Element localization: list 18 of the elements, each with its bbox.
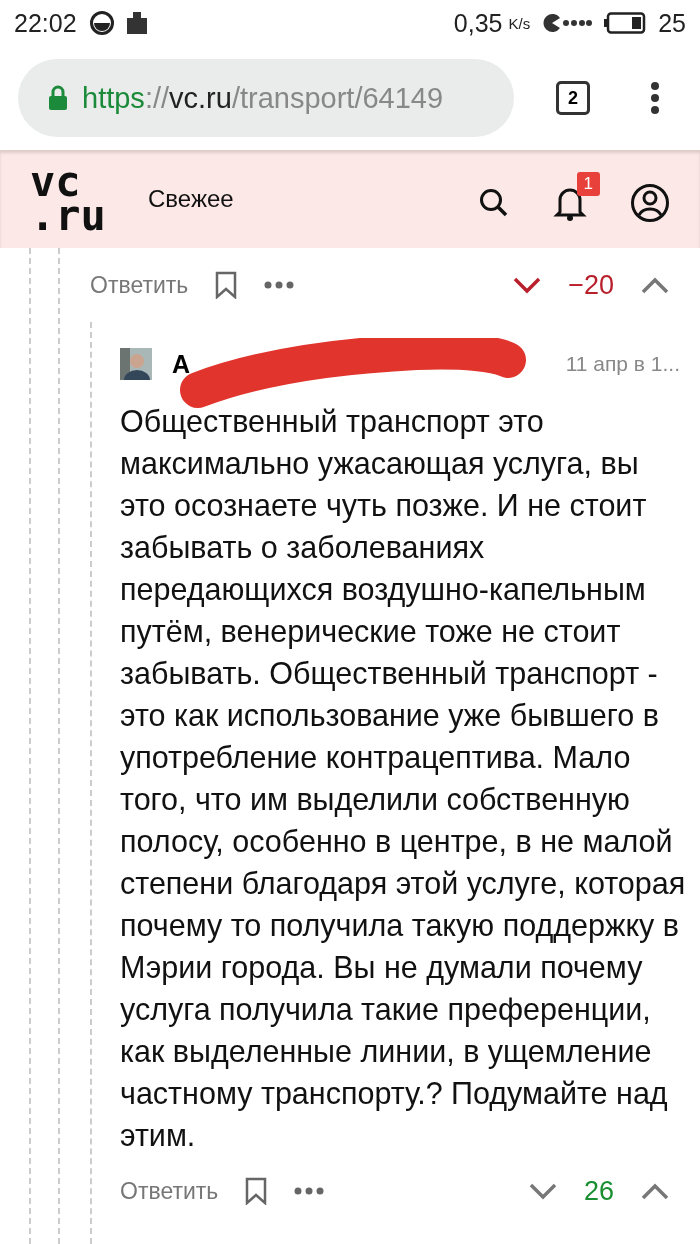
network-speed: 0,35 (453, 8, 503, 38)
notification-badge: 1 (576, 172, 600, 196)
comment-text: Общественный транспорт это максимально ужасающая услуга, вы это осознаете чуть позже. И не стоит забывать о заболеваниях передающихся воздушно-капельным путём, венерические тоже не стоит забывать. Общественный транспорт - это как использование уже бывшего в употребление контрацептива. Мало того, что им выделили собственную полосу, особенно в центре, в не малой степени благодаря этой услуге, которая почему то получила такую поддержку в Мэрии города. Вы не думали почему услуга получила такие преференции, как выделенные линии, в ущемление частному транспорту.? Подумайте над этим. (120, 403, 686, 1154)
rating-score: 26 (583, 1175, 614, 1207)
rating-score: −20 (568, 269, 614, 301)
tab-switcher[interactable]: 2 (556, 81, 590, 115)
address-bar[interactable]: https://vc.ru/transport/64149 (18, 59, 514, 137)
status-time: 22:02 (14, 8, 77, 38)
comment-time: 11 апр в 1... (565, 352, 680, 376)
author-name[interactable]: А (172, 349, 191, 379)
nav-link[interactable]: Свежее (148, 185, 234, 213)
reply-link[interactable]: Ответить (120, 1177, 219, 1205)
speed-unit: K/s (508, 14, 531, 32)
battery-level: 25 (658, 8, 686, 38)
url-text: https://vc.ru/transport/64149 (82, 81, 444, 115)
reply-link[interactable]: Ответить (90, 271, 189, 299)
notifications-button[interactable]: 1 (548, 172, 600, 226)
site-logo[interactable]: vc .ru (30, 165, 110, 233)
